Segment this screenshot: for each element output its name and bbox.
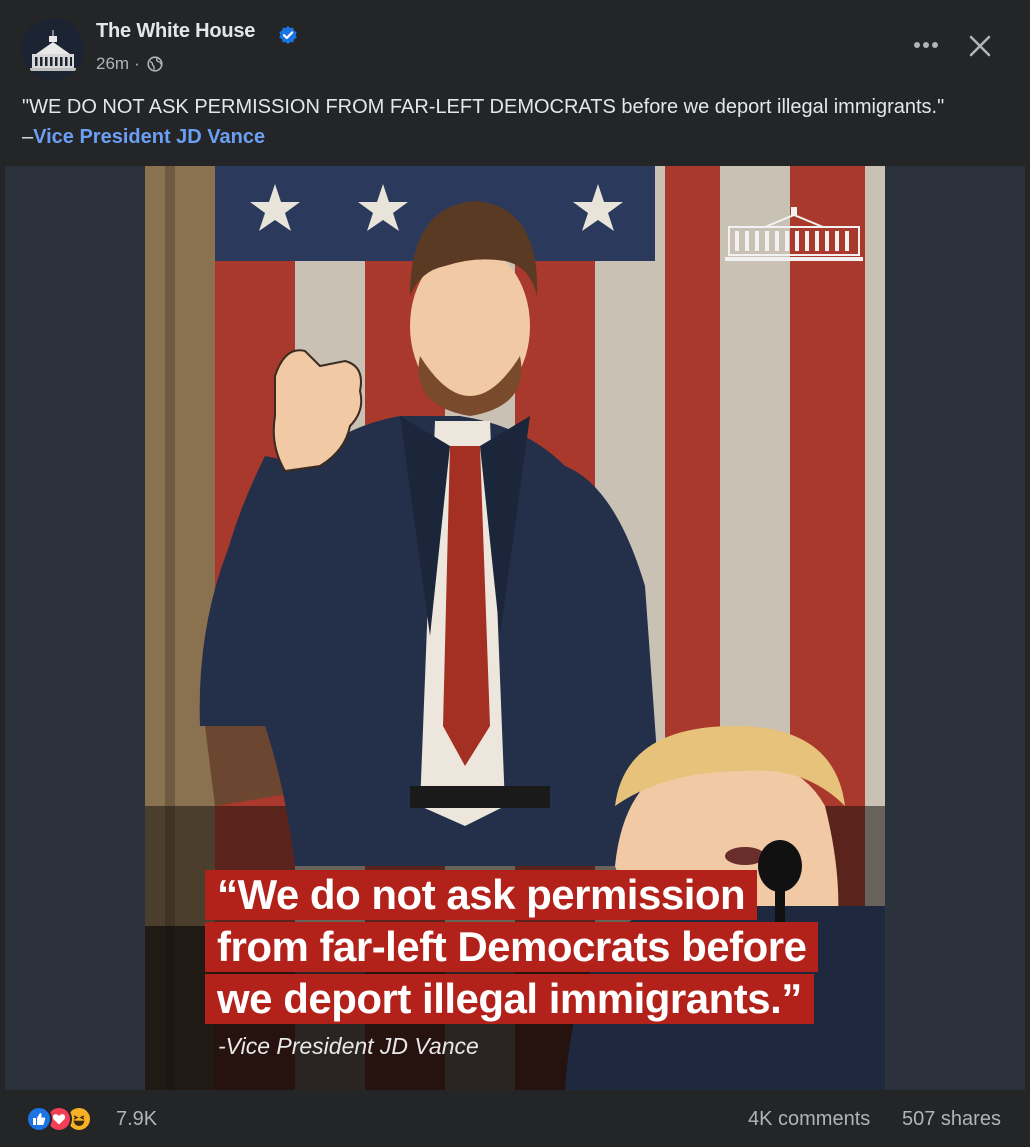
close-icon	[969, 35, 991, 57]
comments-count-link[interactable]: 4K comments	[748, 1108, 870, 1131]
caption-quote: "WE DO NOT ASK PERMISSION FROM FAR-LEFT …	[22, 96, 945, 118]
meta-separator: ·	[134, 54, 140, 73]
white-house-watermark-icon	[725, 207, 863, 261]
globe-icon	[147, 56, 163, 72]
caption-dash: –	[22, 126, 34, 148]
post-meta: 26m ·	[96, 54, 163, 74]
like-icon	[26, 1106, 52, 1132]
white-house-logo	[22, 18, 84, 80]
page-name[interactable]: The White House	[96, 20, 255, 43]
verified-badge-icon	[279, 26, 297, 44]
reaction-count[interactable]: 7.9K	[116, 1108, 157, 1131]
quote-line-2: from far-left Democrats before	[205, 922, 819, 972]
image-attribution: -Vice President JD Vance	[218, 1033, 479, 1059]
post-caption: "WE DO NOT ASK PERMISSION FROM FAR-LEFT …	[22, 92, 1017, 152]
image-quote: “We do not ask permission from far-left …	[205, 870, 865, 1026]
shares-count-link[interactable]: 507 shares	[902, 1108, 1001, 1131]
quote-line-1: “We do not ask permission	[205, 870, 758, 920]
facebook-post: The White House 26m · "WE DO NOT ASK PER…	[0, 0, 1030, 1147]
more-dots-icon	[914, 42, 938, 48]
reaction-icons[interactable]	[26, 1106, 92, 1132]
caption-link-vance[interactable]: Vice President JD Vance	[33, 126, 265, 148]
post-footer: 7.9K 4K comments 507 shares	[0, 1090, 1030, 1147]
quote-line-3: we deport illegal immigrants.”	[205, 974, 814, 1024]
post-timestamp[interactable]: 26m	[96, 54, 129, 74]
page-avatar[interactable]	[22, 18, 84, 80]
close-button[interactable]	[960, 26, 1000, 66]
more-options-button[interactable]	[904, 28, 948, 62]
